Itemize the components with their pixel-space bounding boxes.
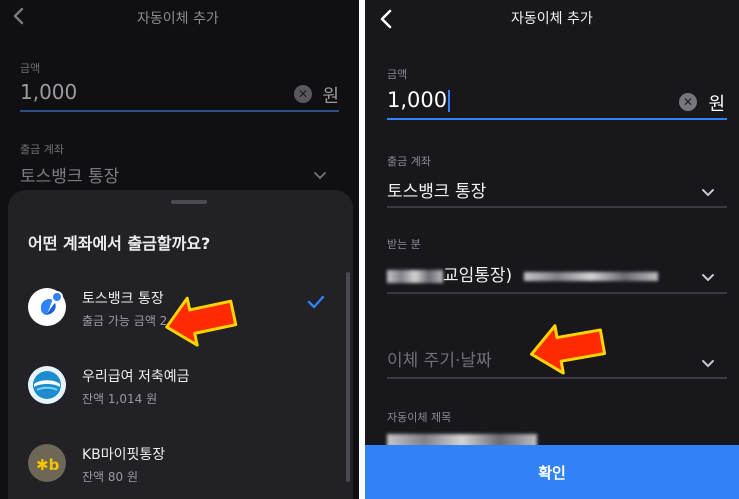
account-name: KB마이핏통장 (82, 447, 166, 463)
amount-label: 금액 (387, 68, 408, 81)
clear-icon[interactable]: ✕ (294, 85, 312, 103)
currency-unit: 원 (708, 94, 725, 115)
check-icon (307, 294, 325, 313)
account-balance: 잔액 80 원 (82, 470, 139, 484)
amount-input[interactable]: 1,000 (387, 88, 451, 112)
recipient-label: 받는 분 (387, 238, 421, 251)
blurred-name (387, 269, 443, 283)
chevron-down-icon[interactable] (701, 268, 715, 287)
svg-text:✱b: ✱b (36, 456, 60, 474)
recipient-name: 교임통장) (443, 266, 513, 286)
sheet-handle[interactable] (171, 200, 207, 204)
red-arrow-annotation-icon (160, 288, 240, 356)
account-item-woori[interactable]: 우리급여 저축예금 잔액 1,014 원 (8, 358, 353, 418)
kb-bank-logo-icon: ✱b (28, 444, 66, 482)
back-icon[interactable] (379, 8, 393, 34)
schedule-select[interactable]: 이체 주기·날짜 (387, 346, 492, 371)
amount-label: 금액 (20, 62, 41, 75)
right-screen: 자동이체 추가 금액 1,000 ✕ 원 출금 계좌 토스뱅크 통장 받는 분 … (365, 0, 739, 499)
chevron-down-icon[interactable] (701, 354, 715, 373)
chevron-down-icon[interactable] (313, 166, 327, 185)
red-arrow-annotation-icon (525, 316, 609, 384)
account-select[interactable]: 토스뱅크 통장 (387, 177, 486, 202)
page-title: 자동이체 추가 (511, 11, 593, 27)
memo-label: 자동이체 제목 (387, 411, 452, 424)
clear-icon[interactable]: ✕ (679, 93, 697, 111)
sheet-title: 어떤 계좌에서 출금할까요? (28, 234, 211, 253)
recipient-select[interactable]: 교임통장) (387, 261, 658, 286)
amount-underline (20, 110, 339, 112)
sheet-scrollbar[interactable] (346, 272, 350, 482)
amount-value: 1,000 (387, 88, 448, 112)
account-item-kb[interactable]: ✱b KB마이핏통장 잔액 80 원 (8, 436, 353, 496)
confirm-button[interactable]: 확인 (365, 445, 739, 499)
account-balance: 잔액 1,014 원 (82, 392, 158, 406)
chevron-down-icon[interactable] (701, 183, 715, 202)
left-screen: 자동이체 추가 금액 1,000 ✕ 원 출금 계좌 토스뱅크 통장 어떤 계좌… (0, 0, 359, 499)
account-name: 토스뱅크 통장 (82, 291, 164, 307)
amount-underline (387, 118, 727, 120)
amount-input[interactable]: 1,000 (20, 80, 77, 104)
account-select[interactable]: 토스뱅크 통장 (20, 162, 119, 187)
currency-unit: 원 (322, 86, 339, 107)
toss-bank-logo-icon (28, 288, 66, 326)
text-cursor (448, 90, 451, 112)
account-underline (387, 206, 727, 208)
account-label: 출금 계좌 (387, 155, 431, 168)
account-name: 우리급여 저축예금 (82, 369, 190, 385)
woori-bank-logo-icon (28, 366, 66, 404)
page-title: 자동이체 추가 (137, 11, 219, 27)
account-balance: 출금 가능 금액 2 (82, 314, 168, 328)
recipient-underline (387, 292, 727, 294)
account-label: 출금 계좌 (20, 143, 64, 156)
back-icon[interactable] (12, 6, 26, 30)
blurred-account-number (523, 271, 658, 281)
